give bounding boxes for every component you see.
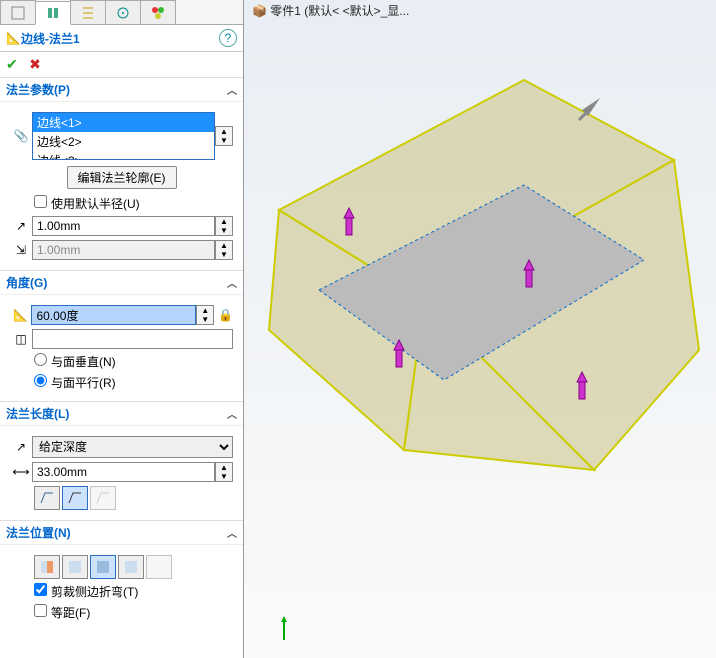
feature-icon: 📐 (6, 31, 21, 45)
collapse-icon[interactable]: ︿ (227, 82, 237, 97)
length-ref-outer[interactable] (34, 486, 60, 510)
parallel-radio[interactable]: 与面平行(R) (34, 374, 116, 391)
gap-spinner: ▲▼ (215, 240, 233, 260)
radius-spinner[interactable]: ▲▼ (215, 216, 233, 236)
section-angle-header[interactable]: 角度(G) ︿ (0, 270, 243, 295)
length-ref-tangent[interactable] (90, 486, 116, 510)
tab-properties[interactable] (35, 1, 71, 25)
ref-face-input[interactable] (32, 329, 233, 349)
direction-icon[interactable]: ↗ (10, 440, 32, 454)
equal-check[interactable]: 等距(F) (34, 604, 90, 621)
use-default-radius-check[interactable]: 使用默认半径(U) (34, 195, 140, 212)
edit-profile-button[interactable]: 编辑法兰轮廓(E) (67, 166, 177, 189)
collapse-icon[interactable]: ︿ (227, 275, 237, 290)
pos-opt-2[interactable] (62, 555, 88, 579)
edge-item[interactable]: 边线<1> (33, 113, 214, 132)
edge-selection-icon: 📎 (10, 129, 32, 143)
pos-opt-1[interactable] (34, 555, 60, 579)
3d-viewport[interactable]: 📦 零件1 (默认< <默认>_显... (244, 0, 716, 658)
length-spinner[interactable]: ▲▼ (215, 462, 233, 482)
edge-item[interactable]: 边线<3> (33, 151, 214, 160)
collapse-icon[interactable]: ︿ (227, 406, 237, 421)
length-icon: ⟷ (10, 465, 32, 479)
angle-spinner[interactable]: ▲▼ (196, 305, 214, 325)
length-type-select[interactable]: 给定深度 (32, 436, 233, 458)
tab-tree[interactable] (70, 0, 106, 24)
gap-input (32, 240, 215, 260)
angle-icon: 📐 (10, 308, 31, 322)
perp-radio[interactable]: 与面垂直(N) (34, 353, 116, 370)
cancel-button[interactable]: ✖ (29, 56, 41, 72)
help-icon[interactable]: ? (219, 29, 237, 47)
section-position-label: 法兰位置(N) (6, 524, 71, 541)
trim-check[interactable]: 剪裁侧边折弯(T) (34, 583, 138, 600)
radius-input[interactable] (32, 216, 215, 236)
section-length-label: 法兰长度(L) (6, 405, 69, 422)
gap-icon: ⇲ (10, 243, 32, 257)
section-position-header[interactable]: 法兰位置(N) ︿ (0, 520, 243, 545)
pos-opt-5[interactable] (146, 555, 172, 579)
list-scroll[interactable]: ▲▼ (215, 126, 233, 146)
section-params-header[interactable]: 法兰参数(P) ︿ (0, 77, 243, 102)
angle-input[interactable] (31, 305, 196, 325)
edge-listbox[interactable]: 边线<1> 边线<2> 边线<3> (32, 112, 215, 160)
ref-face-icon: ◫ (10, 332, 32, 346)
collapse-icon[interactable]: ︿ (227, 525, 237, 540)
section-params-label: 法兰参数(P) (6, 81, 70, 98)
section-length-header[interactable]: 法兰长度(L) ︿ (0, 401, 243, 426)
property-panel: 📐 边线-法兰1 ? ✔ ✖ 法兰参数(P) ︿ 📎 边线<1> 边线<2> 边… (0, 0, 244, 658)
pos-opt-4[interactable] (118, 555, 144, 579)
tab-appearance[interactable] (140, 0, 176, 24)
length-ref-inner[interactable] (62, 486, 88, 510)
tab-feature[interactable] (0, 0, 36, 24)
pos-opt-3[interactable] (90, 555, 116, 579)
tab-target[interactable] (105, 0, 141, 24)
radius-icon: ↗ (10, 219, 32, 233)
panel-tabs (0, 0, 243, 25)
ok-button[interactable]: ✔ (6, 56, 18, 72)
edge-item[interactable]: 边线<2> (33, 132, 214, 151)
lock-icon[interactable]: 🔒 (218, 308, 233, 322)
section-angle-label: 角度(G) (6, 274, 47, 291)
length-input[interactable] (32, 462, 215, 482)
feature-title: 边线-法兰1 (21, 30, 219, 47)
